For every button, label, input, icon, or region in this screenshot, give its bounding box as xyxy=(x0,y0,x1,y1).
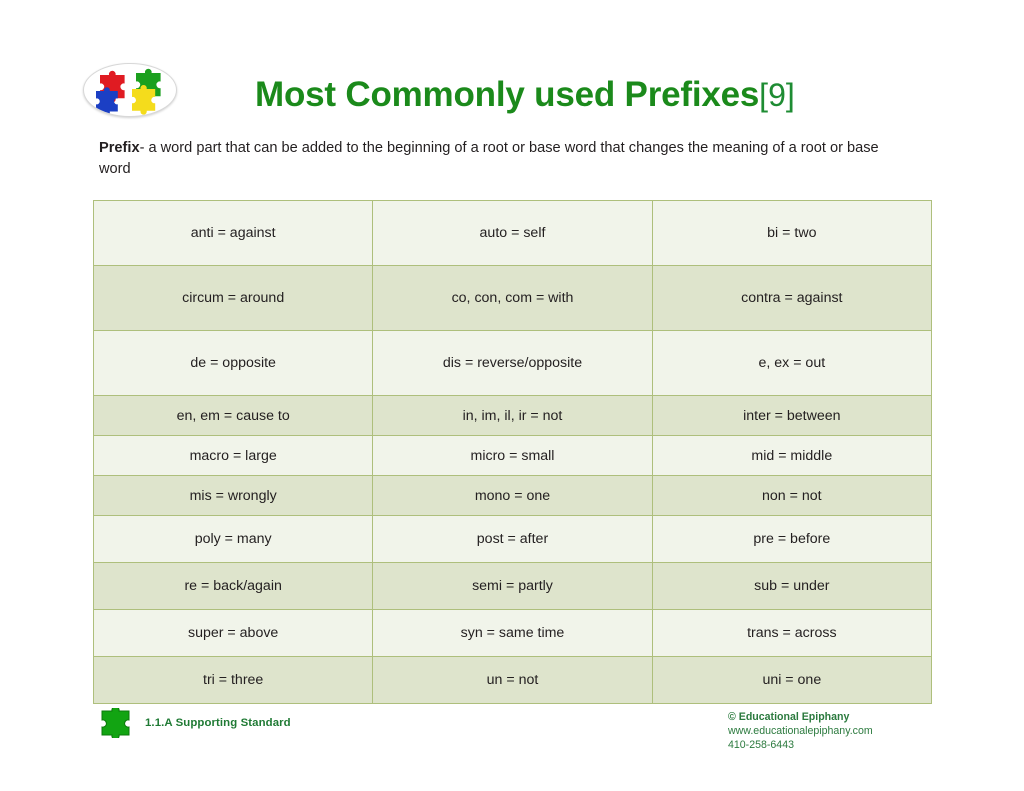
prefix-cell: syn = same time xyxy=(372,609,653,657)
prefix-cell: mono = one xyxy=(372,475,653,516)
puzzle-piece-yellow xyxy=(132,85,156,115)
green-puzzle-piece-icon xyxy=(101,708,130,738)
prefix-cell: poly = many xyxy=(92,515,374,563)
prefix-cell: anti = against xyxy=(92,200,374,266)
prefix-table: anti = against auto = self bi = two circum … xyxy=(92,200,933,704)
logo-puzzle-svg xyxy=(96,68,161,116)
prefix-definition-lead: Prefix xyxy=(99,140,140,156)
prefix-table-body: anti = against auto = self bi = two circum … xyxy=(92,200,933,704)
prefix-cell: micro = small xyxy=(372,435,653,476)
company-info: © Educational Epiphany www.educationalep… xyxy=(728,710,988,753)
table-row: tri = three un = not uni = one xyxy=(92,656,933,704)
prefix-cell: mis = wrongly xyxy=(92,475,374,516)
prefix-cell: dis = reverse/opposite xyxy=(372,330,653,396)
table-row: super = above syn = same time trans = acro… xyxy=(92,609,933,657)
prefix-cell: sub = under xyxy=(651,562,933,610)
copyright-line: © Educational Epiphany xyxy=(728,711,850,723)
logo-oval-background xyxy=(83,63,177,117)
prefix-cell: pre = before xyxy=(651,515,933,563)
prefix-cell: inter = between xyxy=(651,395,933,436)
prefix-cell: contra = against xyxy=(651,265,933,331)
page-header: Most Commonly used Prefixes[9] xyxy=(0,0,1024,132)
table-row: circum = around co, con, com = with contra… xyxy=(92,265,933,331)
supporting-standard: 1.1.A Supporting Standard xyxy=(99,706,291,740)
supporting-standard-label: 1.1.A Supporting Standard xyxy=(145,717,291,729)
prefix-cell: super = above xyxy=(92,609,374,657)
prefix-cell: uni = one xyxy=(651,656,933,704)
phone-line: 410-258-6443 xyxy=(728,739,794,752)
page-title: Most Commonly used Prefixes[9] xyxy=(255,72,955,122)
table-row: en, em = cause to in, im, il, ir = not int… xyxy=(92,395,933,436)
table-row: anti = against auto = self bi = two xyxy=(92,200,933,266)
prefix-cell: non = not xyxy=(651,475,933,516)
table-row: mis = wrongly mono = one non = not xyxy=(92,475,933,516)
table-row: re = back/again semi = partly sub = under xyxy=(92,562,933,610)
prefix-cell: en, em = cause to xyxy=(92,395,374,436)
website-line[interactable]: www.educationalepiphany.com xyxy=(728,724,988,738)
prefix-cell: bi = two xyxy=(651,200,933,266)
page-title-suffix: [9] xyxy=(759,77,795,113)
table-row: de = opposite dis = reverse/opposite e, ex… xyxy=(92,330,933,396)
prefix-cell: semi = partly xyxy=(372,562,653,610)
prefix-cell: macro = large xyxy=(92,435,374,476)
prefix-cell: un = not xyxy=(372,656,653,704)
table-row: poly = many post = after pre = before xyxy=(92,515,933,563)
educational-epiphany-puzzle-logo xyxy=(83,63,177,117)
prefix-cell: tri = three xyxy=(92,656,374,704)
page-title-main: Most Commonly used Prefixes xyxy=(255,75,760,114)
prefix-cell: post = after xyxy=(372,515,653,563)
prefix-cell: auto = self xyxy=(372,200,653,266)
prefix-definition: Prefix- a word part that can be added to… xyxy=(99,138,911,180)
prefix-cell: co, con, com = with xyxy=(372,265,653,331)
prefix-cell: de = opposite xyxy=(92,330,374,396)
prefix-cell: trans = across xyxy=(651,609,933,657)
prefix-definition-text: - a word part that can be added to the b… xyxy=(99,140,879,177)
prefix-cell: mid = middle xyxy=(651,435,933,476)
prefix-cell: e, ex = out xyxy=(651,330,933,396)
prefix-cell: re = back/again xyxy=(92,562,374,610)
prefix-cell: circum = around xyxy=(92,265,374,331)
table-row: macro = large micro = small mid = middle xyxy=(92,435,933,476)
prefix-cell: in, im, il, ir = not xyxy=(372,395,653,436)
